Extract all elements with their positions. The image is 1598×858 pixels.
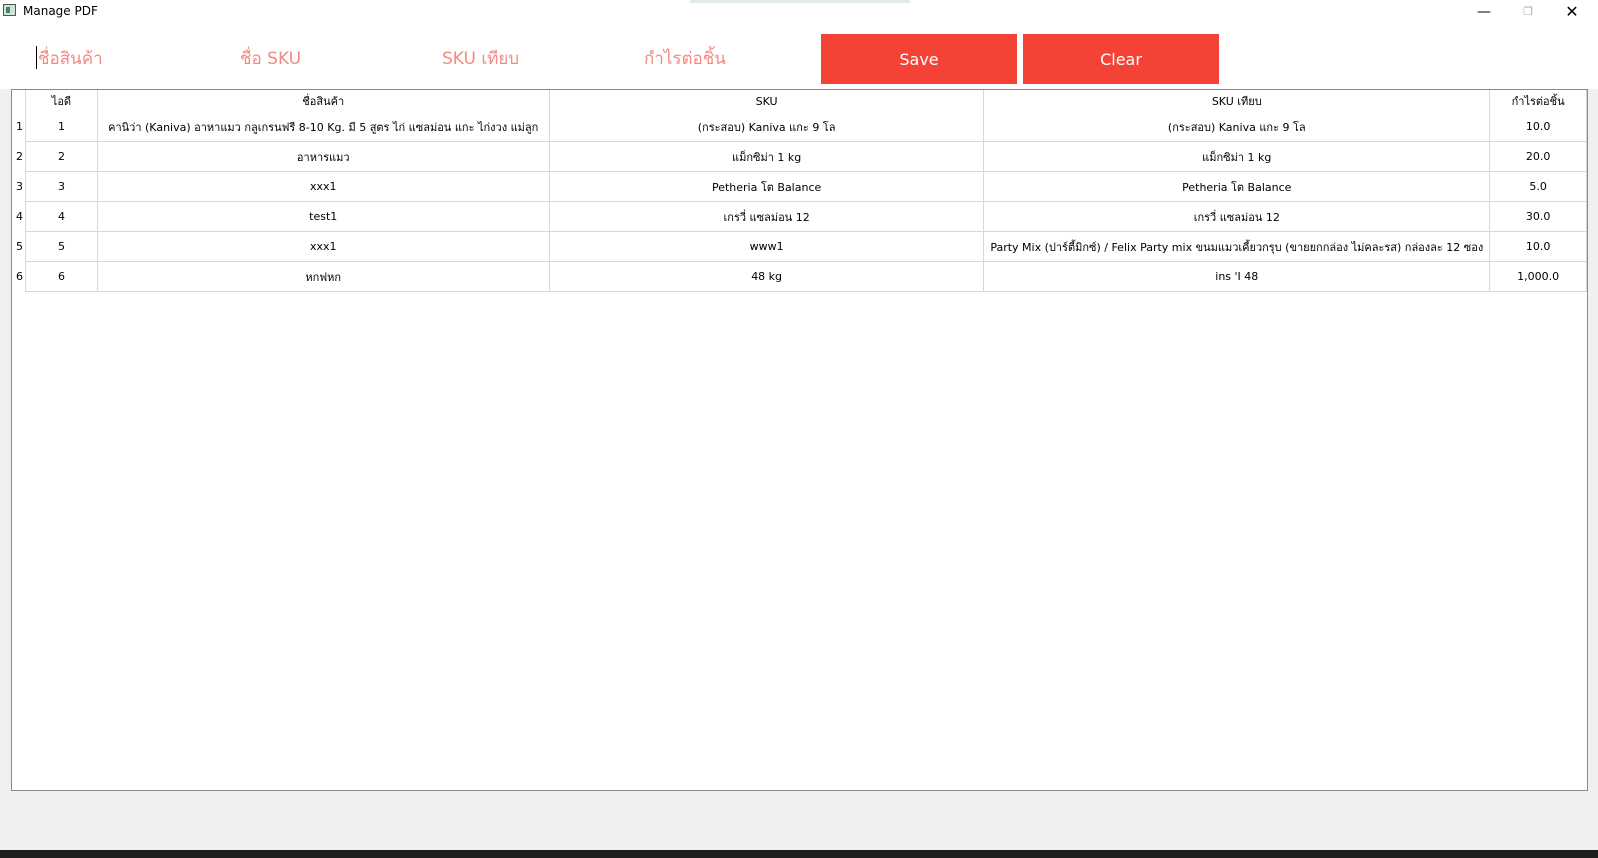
title-bar-accent — [690, 0, 910, 3]
cell-id[interactable]: 4 — [25, 201, 98, 232]
cell-sku-compare[interactable]: Petheria โต Balance — [983, 171, 1491, 202]
save-button[interactable]: Save — [821, 34, 1017, 84]
cell-product-name[interactable]: หกฟหก — [97, 261, 550, 292]
cell-sku[interactable]: Petheria โต Balance — [549, 171, 985, 202]
column-header-id[interactable]: ไอดี — [25, 90, 98, 112]
profit-per-unit-input[interactable] — [642, 33, 846, 85]
cell-profit[interactable]: 5.0 — [1489, 171, 1587, 202]
cell-id[interactable]: 5 — [25, 231, 98, 262]
window-title: Manage PDF — [23, 4, 98, 18]
corner-header[interactable] — [12, 90, 27, 112]
close-icon[interactable]: ✕ — [1550, 0, 1594, 23]
column-header-sku[interactable]: SKU — [549, 90, 985, 112]
cell-profit[interactable]: 1,000.0 — [1489, 261, 1587, 292]
cell-id[interactable]: 2 — [25, 141, 98, 172]
row-number[interactable]: 4 — [12, 201, 27, 232]
sku-name-input[interactable] — [238, 33, 442, 85]
app-icon — [3, 4, 16, 16]
cell-id[interactable]: 3 — [25, 171, 98, 202]
cell-id[interactable]: 6 — [25, 261, 98, 292]
column-header-sku-compare[interactable]: SKU เทียบ — [983, 90, 1491, 112]
table-row[interactable]: 3 3 xxx1 Petheria โต Balance Petheria โต… — [12, 171, 1587, 202]
row-number[interactable]: 1 — [12, 112, 27, 142]
row-number[interactable]: 6 — [12, 261, 27, 292]
cell-sku[interactable]: www1 — [549, 231, 985, 262]
product-name-input[interactable] — [36, 33, 240, 85]
cell-product-name[interactable]: อาหารแมว — [97, 141, 550, 172]
cell-profit[interactable]: 10.0 — [1489, 231, 1587, 262]
cell-id[interactable]: 1 — [25, 112, 98, 142]
table-row[interactable]: 5 5 xxx1 www1 Party Mix (ปาร์ตี้มิกซ์) /… — [12, 231, 1587, 262]
table-row[interactable]: 6 6 หกฟหก 48 kg ins 'I 48 1,000.0 — [12, 261, 1587, 292]
maximize-icon[interactable]: ❐ — [1506, 0, 1550, 23]
cell-sku-compare[interactable]: เกรวี่ แซลม่อน 12 — [983, 201, 1491, 232]
cell-product-name[interactable]: xxx1 — [97, 231, 550, 262]
cell-sku[interactable]: แม็กซิม่า 1 kg — [549, 141, 985, 172]
cell-sku-compare[interactable]: (กระสอบ) Kaniva แกะ 9 โล — [983, 112, 1491, 142]
products-table-view[interactable]: ไอดี ชื่อสินค้า SKU SKU เทียบ กำไรต่อชิ้… — [11, 89, 1588, 791]
taskbar-edge — [0, 850, 1598, 858]
products-table: ไอดี ชื่อสินค้า SKU SKU เทียบ กำไรต่อชิ้… — [12, 90, 1587, 292]
clear-button[interactable]: Clear — [1023, 34, 1219, 84]
cell-sku-compare[interactable]: Party Mix (ปาร์ตี้มิกซ์) / Felix Party m… — [983, 231, 1491, 262]
cell-sku-compare[interactable]: แม็กซิม่า 1 kg — [983, 141, 1491, 172]
row-number[interactable]: 5 — [12, 231, 27, 262]
cell-profit[interactable]: 20.0 — [1489, 141, 1587, 172]
cell-sku[interactable]: 48 kg — [549, 261, 985, 292]
table-row[interactable]: 4 4 test1 เกรวี่ แซลม่อน 12 เกรวี่ แซลม่… — [12, 201, 1587, 232]
table-row[interactable]: 2 2 อาหารแมว แม็กซิม่า 1 kg แม็กซิม่า 1 … — [12, 141, 1587, 172]
cell-profit[interactable]: 30.0 — [1489, 201, 1587, 232]
cell-product-name[interactable]: xxx1 — [97, 171, 550, 202]
sku-compare-input[interactable] — [440, 33, 644, 85]
row-number[interactable]: 2 — [12, 141, 27, 172]
cell-profit[interactable]: 10.0 — [1489, 112, 1587, 142]
cell-product-name[interactable]: คานิว่า (Kaniva) อาหาแมว กลูเกรนฟรี 8-10… — [97, 112, 550, 142]
title-bar: Manage PDF — ❐ ✕ — [0, 0, 1598, 23]
minimize-icon[interactable]: — — [1462, 0, 1506, 23]
table-row[interactable]: 1 1 คานิว่า (Kaniva) อาหาแมว กลูเกรนฟรี … — [12, 112, 1587, 142]
cell-sku[interactable]: (กระสอบ) Kaniva แกะ 9 โล — [549, 112, 985, 142]
row-number[interactable]: 3 — [12, 171, 27, 202]
entry-form — [0, 23, 1598, 89]
cell-product-name[interactable]: test1 — [97, 201, 550, 232]
column-header-product-name[interactable]: ชื่อสินค้า — [97, 90, 550, 112]
header-row: ไอดี ชื่อสินค้า SKU SKU เทียบ กำไรต่อชิ้… — [12, 90, 1587, 112]
cell-sku-compare[interactable]: ins 'I 48 — [983, 261, 1491, 292]
cell-sku[interactable]: เกรวี่ แซลม่อน 12 — [549, 201, 985, 232]
text-caret — [36, 46, 37, 69]
column-header-profit[interactable]: กำไรต่อชิ้น — [1489, 90, 1587, 112]
